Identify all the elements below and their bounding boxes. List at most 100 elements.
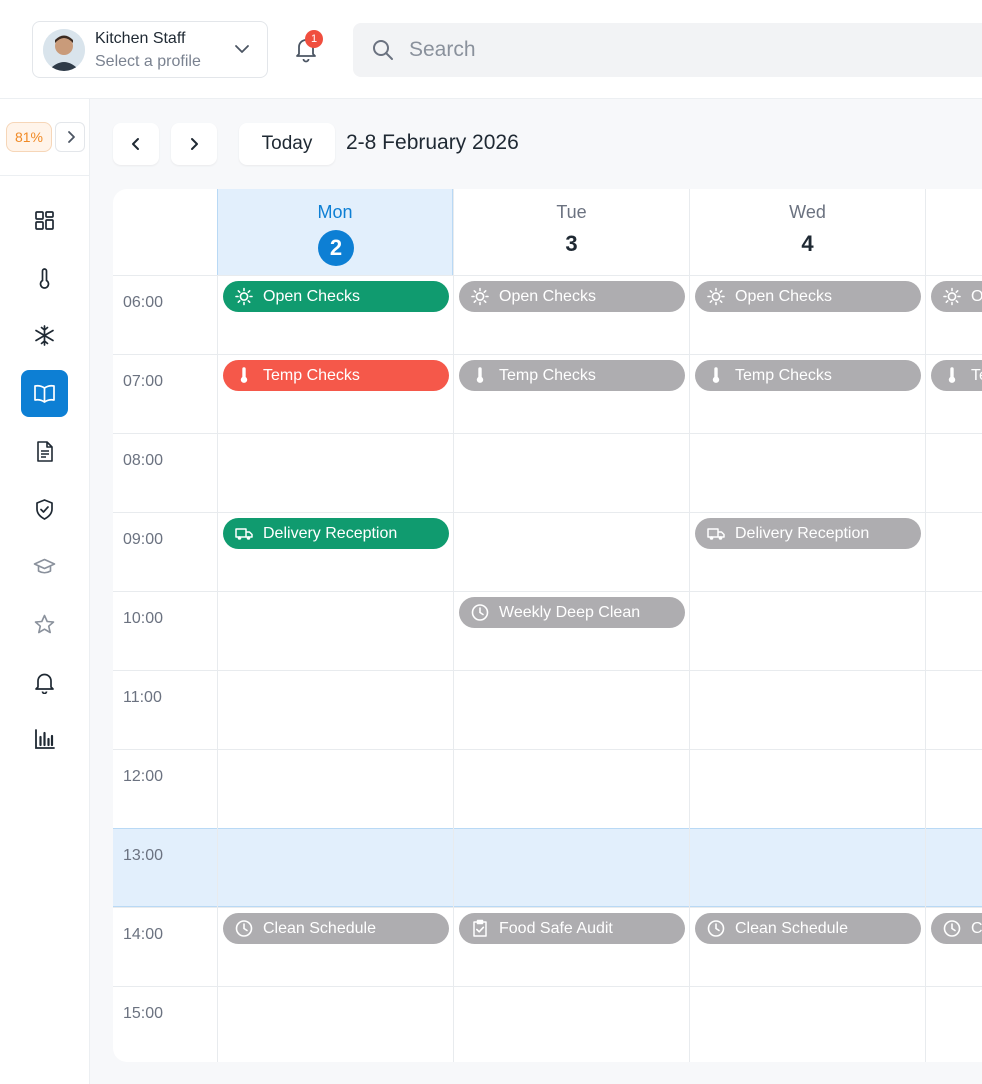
today-date-number: 2 xyxy=(318,230,354,266)
calendar-event[interactable]: Food Safe Audit xyxy=(459,913,685,944)
event-label: Weekly Deep Clean xyxy=(499,604,641,621)
calendar-event[interactable]: Temp Checks xyxy=(931,360,982,391)
day-header[interactable] xyxy=(925,189,982,275)
day-header[interactable]: Wed 4 xyxy=(689,189,925,275)
calendar-event[interactable]: Clean Schedule xyxy=(931,913,982,944)
expand-sidebar-button[interactable] xyxy=(55,122,85,152)
week-calendar: Mon 2 Tue 3 Wed 4 06:00 07:00 08:00 09:00 10:00 11:… xyxy=(113,189,982,1062)
sidebar-divider xyxy=(0,175,90,176)
bell-icon xyxy=(35,673,54,694)
event-label: Temp Checks xyxy=(499,367,596,384)
profile-name: Kitchen Staff xyxy=(95,30,186,47)
today-button[interactable]: Today xyxy=(239,123,335,165)
calendar-event[interactable]: Delivery Reception xyxy=(223,518,449,549)
sidebar-item-fridge[interactable] xyxy=(21,312,68,359)
sun-icon xyxy=(235,287,253,306)
calendar-event[interactable]: Temp Checks xyxy=(223,360,449,391)
event-label: Open Checks xyxy=(499,288,596,305)
event-label: Clean Schedule xyxy=(971,920,982,937)
calendar-event[interactable]: Clean Schedule xyxy=(695,913,921,944)
sidebar-item-temperature[interactable] xyxy=(21,255,68,302)
calendar-event[interactable]: Open Checks xyxy=(459,281,685,312)
dashboard-icon xyxy=(35,211,54,230)
event-label: Delivery Reception xyxy=(263,525,398,542)
sidebar-item-dashboard[interactable] xyxy=(21,197,68,244)
hour-label: 10:00 xyxy=(123,610,164,627)
graduation-cap-icon xyxy=(33,558,56,574)
search-bar xyxy=(353,23,982,77)
clock-icon xyxy=(943,920,961,937)
truck-icon xyxy=(707,528,725,540)
star-icon xyxy=(34,614,55,634)
snowflake-icon xyxy=(35,325,54,346)
day-date-number: 4 xyxy=(801,231,814,256)
bar-chart-icon xyxy=(35,729,55,749)
event-label: Open Checks xyxy=(263,288,360,305)
event-label: Open Checks xyxy=(971,288,982,305)
column-divider xyxy=(689,275,690,1062)
sun-icon xyxy=(471,287,489,306)
hour-row[interactable]: 13:00 xyxy=(113,828,982,907)
sidebar-item-reports[interactable] xyxy=(21,716,68,763)
day-name: Tue xyxy=(556,202,587,222)
calendar-event[interactable]: Clean Schedule xyxy=(223,913,449,944)
clock-icon xyxy=(235,920,253,937)
column-divider xyxy=(217,275,218,1062)
day-name: Wed xyxy=(789,202,826,222)
event-label: Clean Schedule xyxy=(735,920,848,937)
calendar-event[interactable]: Temp Checks xyxy=(459,360,685,391)
column-divider xyxy=(925,275,926,1062)
completion-badge: 81% xyxy=(6,122,52,152)
clipboard-check-icon xyxy=(473,919,487,937)
thermometer-icon xyxy=(712,367,720,383)
thermometer-icon xyxy=(476,367,484,383)
chevron-right-icon xyxy=(68,131,75,143)
sidebar-item-training[interactable] xyxy=(21,543,68,590)
calendar-event[interactable]: Temp Checks xyxy=(695,360,921,391)
search-input[interactable] xyxy=(409,35,909,65)
event-label: Temp Checks xyxy=(735,367,832,384)
event-label: Open Checks xyxy=(735,288,832,305)
hour-label: 09:00 xyxy=(123,531,164,548)
thermometer-icon xyxy=(39,268,50,289)
book-icon xyxy=(34,384,55,403)
sidebar-item-compliance[interactable] xyxy=(21,486,68,533)
previous-week-button[interactable] xyxy=(113,123,159,165)
sun-icon xyxy=(943,287,961,306)
sidebar: 81% xyxy=(0,99,90,1084)
clock-icon xyxy=(707,920,725,937)
avatar xyxy=(43,29,85,71)
sidebar-item-documents[interactable] xyxy=(21,428,68,475)
top-header: Kitchen Staff Select a profile 1 xyxy=(0,0,982,99)
hour-label: 11:00 xyxy=(123,689,162,706)
truck-icon xyxy=(235,528,253,540)
thermometer-icon xyxy=(948,367,956,383)
column-divider xyxy=(453,275,454,1062)
sidebar-item-alerts[interactable] xyxy=(21,659,68,706)
calendar-event[interactable]: Weekly Deep Clean xyxy=(459,597,685,628)
hour-label: 14:00 xyxy=(123,926,164,943)
calendar-event[interactable]: Open Checks xyxy=(931,281,982,312)
sidebar-item-favourites[interactable] xyxy=(21,601,68,648)
calendar-event[interactable]: Open Checks xyxy=(695,281,921,312)
chevron-down-icon xyxy=(235,45,249,53)
day-date-number: 3 xyxy=(565,231,578,256)
hour-row[interactable]: 08:00 xyxy=(113,433,982,512)
hour-label: 12:00 xyxy=(123,768,164,785)
sidebar-item-diary[interactable] xyxy=(21,370,68,417)
day-header[interactable]: Tue 3 xyxy=(453,189,689,275)
event-label: Temp Checks xyxy=(971,367,982,384)
hour-label: 15:00 xyxy=(123,1005,164,1022)
thermometer-icon xyxy=(240,367,248,383)
calendar-event[interactable]: Delivery Reception xyxy=(695,518,921,549)
next-week-button[interactable] xyxy=(171,123,217,165)
hour-row[interactable]: 11:00 xyxy=(113,670,982,749)
hour-label: 13:00 xyxy=(123,847,164,864)
hour-label: 06:00 xyxy=(123,294,164,311)
hour-row[interactable]: 15:00 xyxy=(113,986,982,1062)
hour-row[interactable]: 12:00 xyxy=(113,749,982,828)
calendar-event[interactable]: Open Checks xyxy=(223,281,449,312)
profile-selector[interactable]: Kitchen Staff Select a profile xyxy=(32,21,268,78)
document-icon xyxy=(37,441,53,462)
day-header[interactable]: Mon 2 xyxy=(217,189,453,275)
